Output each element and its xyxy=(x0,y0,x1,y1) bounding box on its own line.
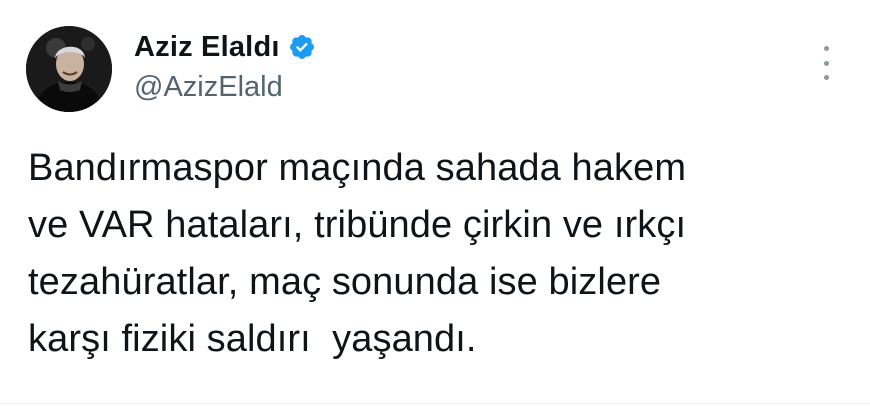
avatar-photo xyxy=(26,26,112,112)
author-name-row[interactable]: Aziz Elaldı xyxy=(134,30,316,64)
tweet-text: Bandırmaspor maçında sahada hakem ve VAR… xyxy=(28,147,687,360)
verified-badge-icon xyxy=(288,33,316,61)
more-dot xyxy=(823,46,829,51)
author-handle[interactable]: @AzizElald xyxy=(134,71,283,104)
divider xyxy=(0,403,870,404)
tweet-card: Aziz Elaldı @AzizElald Bandırmaspor maçı… xyxy=(0,0,870,406)
author-display-name[interactable]: Aziz Elaldı xyxy=(134,31,280,64)
more-vertical-icon[interactable] xyxy=(814,46,838,80)
more-dot xyxy=(823,75,829,80)
avatar[interactable] xyxy=(26,26,112,112)
more-dot xyxy=(823,60,829,66)
